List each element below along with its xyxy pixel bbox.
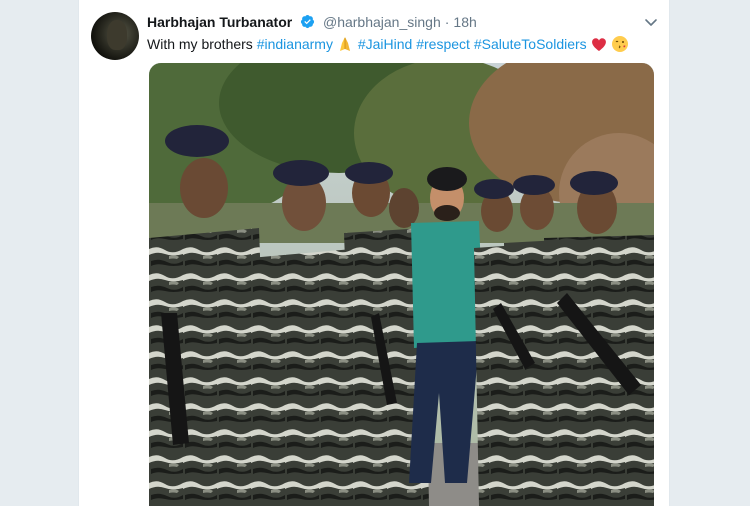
avatar-face: [107, 20, 127, 50]
tweet-header: Harbhajan Turbanator @harbhajan_singh · 18…: [147, 12, 657, 32]
page-background-right: [668, 0, 750, 506]
user-handle[interactable]: @harbhajan_singh: [323, 14, 441, 30]
hashtag-jaihind[interactable]: #JaiHind: [358, 36, 412, 52]
folded-hands-emoji: [339, 37, 350, 51]
tweet-text: With my brothers #indianarmy #JaiHind #r…: [147, 34, 657, 54]
hashtag-indianarmy[interactable]: #indianarmy: [257, 36, 333, 52]
red-heart-emoji: [591, 38, 606, 51]
hashtag-salutetosoldiers[interactable]: #SaluteToSoldiers: [474, 36, 587, 52]
page-background-left: [0, 0, 78, 506]
separator-dot: ·: [444, 14, 450, 30]
hashtag-respect[interactable]: #respect: [416, 36, 470, 52]
verified-badge-icon: [301, 14, 315, 29]
timestamp[interactable]: 18h: [453, 14, 476, 30]
tweet-text-prefix: With my brothers: [147, 36, 253, 52]
tweet-photo[interactable]: [149, 63, 654, 506]
chevron-down-icon[interactable]: [643, 14, 659, 30]
group-photo-soldiers: [149, 63, 654, 506]
avatar[interactable]: [91, 12, 139, 60]
display-name[interactable]: Harbhajan Turbanator: [147, 14, 292, 30]
tweet-card[interactable]: Harbhajan Turbanator @harbhajan_singh · 18…: [78, 0, 670, 506]
face-blowing-kiss-emoji: [611, 36, 628, 52]
